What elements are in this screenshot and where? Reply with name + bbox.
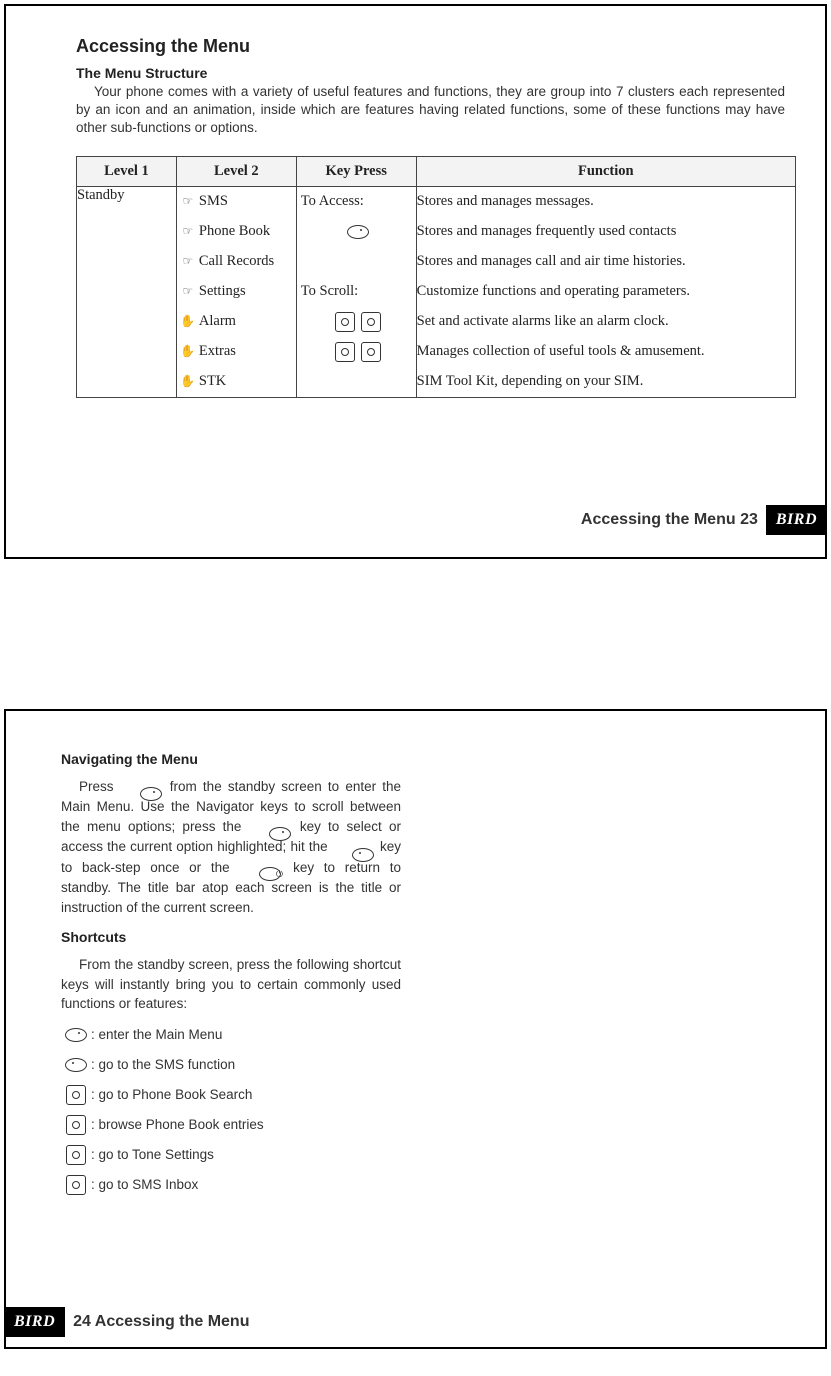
function-cell: Stores and manages messages. Stores and … <box>416 186 795 397</box>
softkey-right-icon <box>65 1058 87 1072</box>
shortcut-label: : browse Phone Book entries <box>91 1117 264 1132</box>
end-key-icon: ⏻ <box>259 867 281 881</box>
section-shortcuts: Shortcuts <box>61 929 770 945</box>
shortcut-row: : go to the SMS function <box>61 1050 770 1080</box>
shortcut-label: : go to the SMS function <box>91 1057 235 1072</box>
footer-label: Accessing the Menu 23 <box>581 511 758 529</box>
level2-cell: ☞SMS ☞Phone Book ☞Call Records ☞Settings… <box>176 186 296 397</box>
section-subheading: The Menu Structure <box>76 65 795 81</box>
nav-right-icon <box>361 342 381 362</box>
fn-extras: Manages collection of useful tools & amu… <box>417 343 705 360</box>
pointer-icon: ☞ <box>177 194 199 209</box>
fn-sms: Stores and manages messages. <box>417 193 594 210</box>
shortcut-row: : go to SMS Inbox <box>61 1170 770 1200</box>
l2-phonebook: Phone Book <box>199 223 270 240</box>
l2-stk: STK <box>199 373 226 390</box>
intro-paragraph: Your phone comes with a variety of usefu… <box>76 83 785 138</box>
shortcut-label: : enter the Main Menu <box>91 1027 222 1042</box>
shortcut-row: : browse Phone Book entries <box>61 1110 770 1140</box>
col-level2: Level 2 <box>176 156 296 186</box>
keypress-scroll: To Scroll: <box>301 283 358 300</box>
menu-structure-table: Level 1 Level 2 Key Press Function Stand… <box>76 156 796 398</box>
fn-phonebook: Stores and manages frequently used conta… <box>417 223 677 240</box>
l2-sms: SMS <box>199 193 228 210</box>
col-keypress: Key Press <box>296 156 416 186</box>
softkey-right-icon <box>352 848 374 862</box>
l2-settings: Settings <box>199 283 246 300</box>
nav-left-icon <box>335 342 355 362</box>
manual-page-23: Accessing the Menu The Menu Structure Yo… <box>4 4 827 559</box>
nav-right-icon <box>66 1175 86 1195</box>
pointer-icon: ☞ <box>177 254 199 269</box>
txt: From the standby screen, press the follo… <box>61 955 401 1014</box>
col-function: Function <box>416 156 795 186</box>
level1-value: Standby <box>77 187 125 203</box>
col-level1: Level 1 <box>77 156 177 186</box>
pointer-icon: ☞ <box>177 224 199 239</box>
shortcut-row: : go to Tone Settings <box>61 1140 770 1170</box>
shortcuts-intro: From the standby screen, press the follo… <box>61 955 401 1014</box>
softkey-left-icon <box>347 225 369 239</box>
fn-alarm: Set and activate alarms like an alarm cl… <box>417 313 669 330</box>
page-footer-23: Accessing the Menu 23 BIRD <box>581 505 827 535</box>
fn-settings: Customize functions and operating parame… <box>417 283 690 300</box>
nav-up-icon <box>66 1085 86 1105</box>
page-footer-24: BIRD 24 Accessing the Menu <box>4 1307 249 1337</box>
l2-callrecords: Call Records <box>199 253 274 270</box>
l2-alarm: Alarm <box>199 313 236 330</box>
page-title: Accessing the Menu <box>76 36 795 57</box>
l2-extras: Extras <box>199 343 236 360</box>
keypress-access: To Access: <box>301 193 364 210</box>
shortcut-label: : go to Tone Settings <box>91 1147 214 1162</box>
shortcut-row: : enter the Main Menu <box>61 1020 770 1050</box>
table-header-row: Level 1 Level 2 Key Press Function <box>77 156 796 186</box>
softkey-left-icon <box>140 787 162 801</box>
shortcut-list: : enter the Main Menu : go to the SMS fu… <box>61 1020 770 1200</box>
navigating-paragraph: Press from the standby screen to enter t… <box>61 777 401 917</box>
brand-logo: BIRD <box>4 1307 65 1337</box>
txt: Press <box>79 779 120 794</box>
footer-label: 24 Accessing the Menu <box>73 1313 249 1331</box>
manual-page-24: Navigating the Menu Press from the stand… <box>4 709 827 1349</box>
hand-icon: ✋ <box>177 314 199 329</box>
hand-icon: ✋ <box>177 344 199 359</box>
fn-stk: SIM Tool Kit, depending on your SIM. <box>417 373 644 390</box>
table-body-row: Standby ☞SMS ☞Phone Book ☞Call Records ☞… <box>77 186 796 397</box>
shortcut-label: : go to SMS Inbox <box>91 1177 198 1192</box>
fn-callrecords: Stores and manages call and air time his… <box>417 253 686 270</box>
section-navigating: Navigating the Menu <box>61 751 770 767</box>
nav-down-icon <box>66 1115 86 1135</box>
nav-up-icon <box>335 312 355 332</box>
level1-cell: Standby <box>77 186 177 397</box>
softkey-left-icon <box>65 1028 87 1042</box>
keypress-cell: To Access: To Scroll: <box>296 186 416 397</box>
shortcut-row: : go to Phone Book Search <box>61 1080 770 1110</box>
softkey-left-icon <box>269 827 291 841</box>
pointer-icon: ☞ <box>177 284 199 299</box>
nav-left-icon <box>66 1145 86 1165</box>
nav-down-icon <box>361 312 381 332</box>
hand-icon: ✋ <box>177 374 199 389</box>
brand-logo: BIRD <box>766 505 827 535</box>
shortcut-label: : go to Phone Book Search <box>91 1087 252 1102</box>
